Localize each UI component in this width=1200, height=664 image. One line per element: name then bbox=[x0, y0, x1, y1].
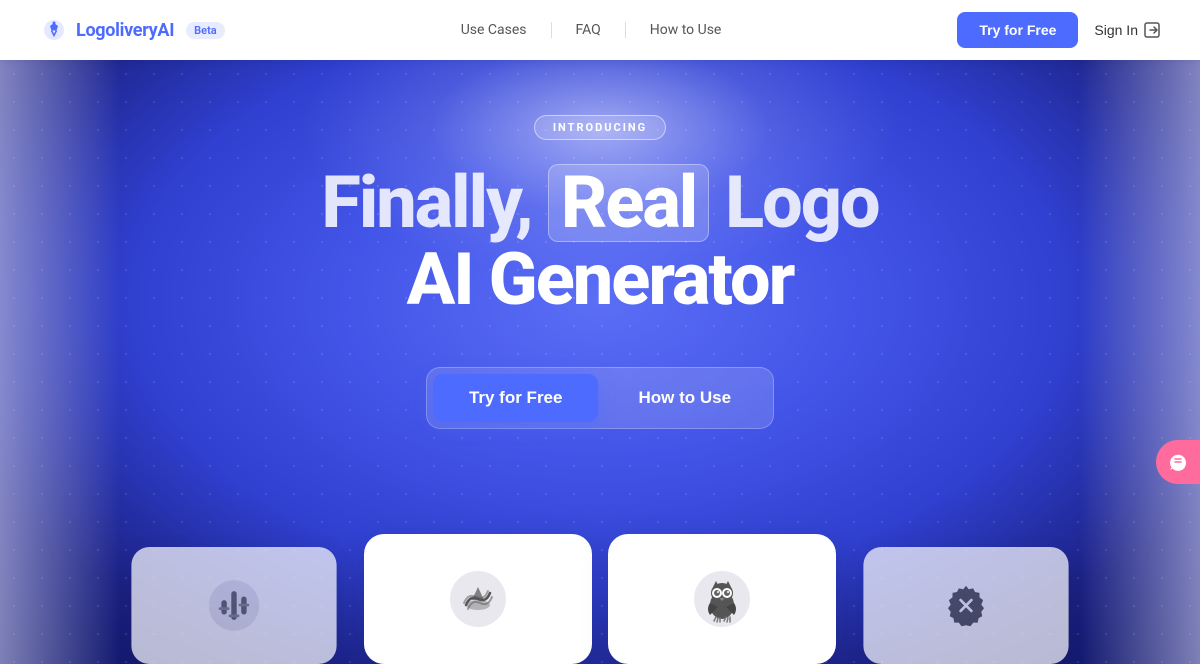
beta-badge: Beta bbox=[186, 22, 225, 39]
logo-area: LogoliveryAI Beta bbox=[40, 16, 225, 44]
badge-x-icon bbox=[937, 577, 995, 635]
hero-title-line1: Finally, Real Logo bbox=[321, 160, 878, 245]
nav-link-faq[interactable]: FAQ bbox=[552, 22, 626, 38]
try-free-nav-button[interactable]: Try for Free bbox=[957, 12, 1078, 48]
navbar: LogoliveryAI Beta Use Cases FAQ How to U… bbox=[0, 0, 1200, 60]
hero-title-line2: AI Generator bbox=[321, 242, 878, 318]
ship-icon bbox=[446, 567, 510, 631]
sliders-icon bbox=[205, 577, 263, 635]
logo-card-3 bbox=[608, 534, 836, 664]
logo-card-1 bbox=[131, 547, 336, 664]
logo-cards-area bbox=[0, 534, 1200, 664]
chat-button[interactable] bbox=[1156, 440, 1200, 484]
logo-card-2 bbox=[364, 534, 592, 664]
nav-link-use-cases[interactable]: Use Cases bbox=[437, 22, 552, 38]
try-free-button[interactable]: Try for Free bbox=[433, 374, 599, 422]
nav-actions: Try for Free Sign In bbox=[957, 12, 1160, 48]
introducing-badge: INTRODUCING bbox=[534, 115, 666, 140]
sign-in-icon bbox=[1144, 22, 1160, 38]
logo-icon bbox=[40, 16, 68, 44]
how-to-use-button[interactable]: How to Use bbox=[602, 374, 767, 422]
nav-link-how-to-use[interactable]: How to Use bbox=[626, 22, 746, 38]
owl-icon bbox=[690, 567, 754, 631]
nav-links: Use Cases FAQ How to Use bbox=[437, 22, 746, 38]
chat-icon bbox=[1168, 452, 1188, 472]
logo-card-4 bbox=[863, 547, 1068, 664]
logo-text: LogoliveryAI bbox=[76, 20, 174, 41]
hero-title: Finally, Real Logo AI Generator bbox=[321, 164, 878, 317]
cta-area: Try for Free How to Use bbox=[426, 367, 774, 429]
sign-in-button[interactable]: Sign In bbox=[1094, 22, 1160, 38]
hero-title-highlight: Real bbox=[548, 164, 709, 242]
hero-section: INTRODUCING Finally, Real Logo AI Genera… bbox=[0, 60, 1200, 664]
